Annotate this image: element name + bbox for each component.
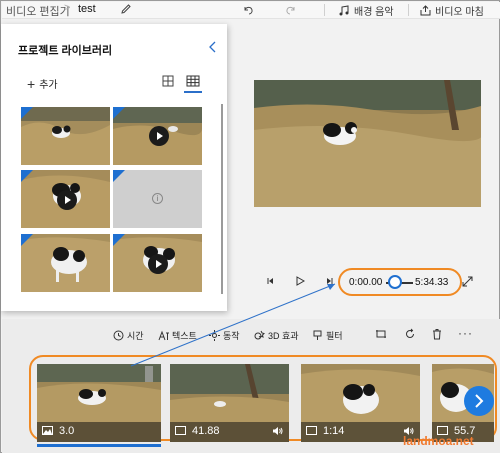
fullscreen-icon[interactable]	[462, 276, 473, 287]
selected-marker	[21, 107, 33, 119]
toolbar-divider	[324, 4, 325, 16]
clip-duration: 41.88	[192, 425, 220, 437]
selected-marker	[113, 107, 125, 119]
library-item-placeholder[interactable]: i	[113, 170, 202, 228]
selected-clip-indicator	[37, 444, 161, 447]
cat-walk-thumbnail	[21, 234, 110, 292]
play-icon[interactable]	[294, 275, 306, 287]
text-label: 텍스트	[172, 331, 197, 341]
breadcrumb-app[interactable]: 비디오 편집기	[6, 3, 70, 19]
background-music-label: 배경 음악	[354, 6, 394, 18]
top-bar: 비디오 편집기 > test 배경 음악 비디오 마침	[2, 2, 500, 19]
next-frame-icon[interactable]	[324, 275, 336, 287]
timeline-clip[interactable]: 41.88	[170, 364, 289, 442]
play-icon	[148, 254, 168, 274]
plus-icon: +	[27, 75, 36, 92]
motion-icon	[209, 330, 220, 341]
play-icon	[57, 190, 77, 210]
timeline-clip[interactable]: 1:14	[301, 364, 420, 442]
selected-marker	[21, 170, 33, 182]
library-scrollbar[interactable]	[221, 104, 223, 294]
selected-marker	[113, 234, 125, 246]
chevron-left-icon[interactable]	[208, 41, 218, 53]
video-clip-icon	[306, 426, 317, 435]
clip-duration: 3.0	[59, 425, 75, 437]
video-preview[interactable]	[254, 80, 481, 207]
motion-button[interactable]: 동작	[209, 329, 240, 342]
motion-label: 동작	[223, 331, 240, 341]
video-editor-window: 비디오 편집기 > test 배경 음악 비디오 마침 프로젝트 라이브러리 +…	[0, 0, 500, 453]
duration-label: 시간	[127, 331, 144, 341]
video-clip-icon	[175, 426, 186, 435]
library-item[interactable]	[21, 170, 110, 228]
redo-icon[interactable]	[285, 4, 297, 16]
scroll-right-button[interactable]	[464, 386, 494, 416]
clip-info-bar	[37, 422, 161, 442]
large-grid-view-icon[interactable]	[161, 74, 175, 88]
timeline-clip[interactable]: 3.0	[37, 364, 161, 442]
background-music-button[interactable]: 배경 음악	[339, 3, 394, 18]
3d-effects-label: 3D 효과	[268, 331, 299, 341]
pencil-icon[interactable]	[120, 3, 132, 15]
text-icon	[158, 330, 169, 341]
clock-icon	[113, 330, 124, 341]
cat-thumbnail	[21, 107, 110, 165]
library-item[interactable]	[113, 107, 202, 165]
clip-duration: 1:14	[323, 425, 345, 437]
play-icon	[149, 126, 169, 146]
project-library-panel: 프로젝트 라이브러리 + 추가 i	[1, 24, 227, 311]
breadcrumb-project: test	[78, 3, 96, 15]
previous-frame-icon[interactable]	[264, 275, 276, 287]
undo-icon[interactable]	[242, 4, 254, 16]
preview-frame-image	[254, 80, 481, 207]
toolbar-divider	[408, 4, 409, 16]
3d-effects-button[interactable]: 3D 효과	[254, 329, 299, 342]
library-item[interactable]	[21, 234, 110, 292]
speaker-icon	[273, 427, 283, 435]
total-time: 5:34.33	[415, 277, 449, 288]
duration-button[interactable]: 시간	[113, 329, 144, 342]
crop-icon[interactable]	[375, 328, 387, 340]
watermark: landmoa.net	[403, 434, 474, 448]
library-title: 프로젝트 라이브러리	[18, 45, 113, 57]
add-media-label: 추가	[39, 80, 58, 91]
filter-button[interactable]: 필터	[312, 329, 343, 342]
effects-3d-icon	[254, 330, 265, 340]
seek-handle[interactable]	[388, 275, 402, 289]
rotate-icon[interactable]	[404, 328, 416, 340]
add-media-button[interactable]: + 추가	[27, 75, 58, 92]
small-grid-view-icon[interactable]	[185, 74, 201, 88]
active-view-indicator	[184, 91, 202, 93]
more-options-icon[interactable]: ···	[458, 326, 473, 340]
library-item[interactable]	[113, 234, 202, 292]
text-button[interactable]: 텍스트	[158, 329, 197, 342]
filter-label: 필터	[326, 331, 343, 341]
export-icon	[420, 4, 431, 15]
delete-icon[interactable]	[431, 328, 443, 340]
selected-marker	[21, 234, 33, 246]
chevron-right-icon	[475, 394, 484, 408]
finish-video-label: 비디오 마침	[435, 6, 484, 18]
finish-video-button[interactable]: 비디오 마침	[420, 3, 484, 18]
current-time: 0:00.00	[349, 277, 383, 288]
filter-icon	[313, 330, 322, 340]
music-note-icon	[339, 4, 349, 15]
selected-marker	[113, 170, 125, 182]
image-clip-icon	[42, 426, 53, 435]
info-icon: i	[152, 193, 163, 204]
breadcrumb-separator: >	[64, 2, 71, 14]
library-item[interactable]	[21, 107, 110, 165]
